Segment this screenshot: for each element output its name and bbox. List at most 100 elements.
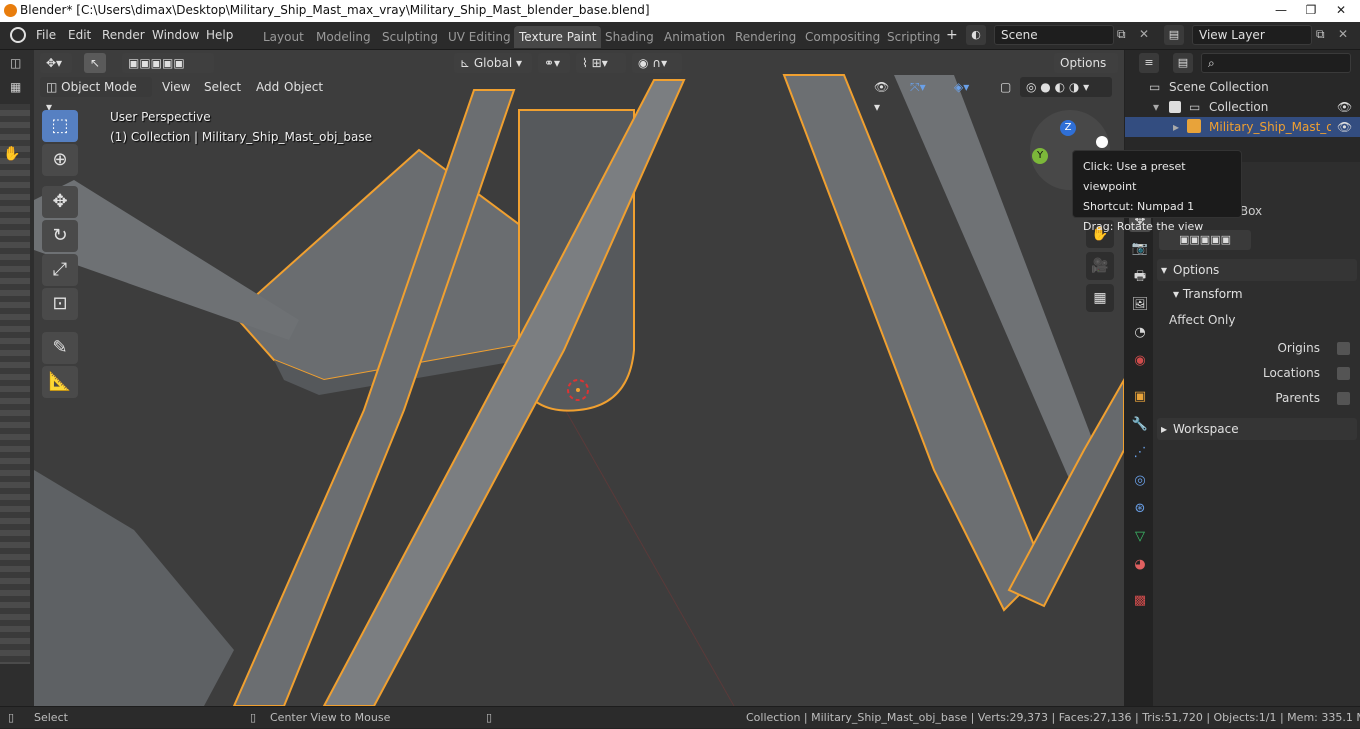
measure-tool[interactable]: 📐 — [42, 366, 78, 398]
select-tool-icon[interactable]: ↖ — [84, 53, 106, 73]
menu-file[interactable]: File — [36, 28, 56, 42]
cursor-tool[interactable]: ⊕ — [42, 144, 78, 176]
options-panel-header[interactable]: ▾ Options — [1157, 259, 1357, 281]
parents-row[interactable]: Parents — [1153, 388, 1358, 408]
menu-help[interactable]: Help — [206, 28, 233, 42]
copy-scene-icon[interactable]: ⧉ — [1117, 27, 1126, 42]
outliner-editor-icon[interactable]: ≡ — [1139, 53, 1159, 73]
particles-tab-icon[interactable]: ⋰ — [1129, 442, 1151, 464]
modifier-tab-icon[interactable]: 🔧 — [1129, 414, 1151, 436]
menu-edit[interactable]: Edit — [68, 28, 91, 42]
tab-animation[interactable]: Animation — [659, 26, 730, 48]
delete-view-layer-icon[interactable]: ✕ — [1338, 27, 1348, 41]
outliner-row-collection[interactable]: ▾ ▭ Collection 👁 — [1125, 97, 1360, 117]
parents-checkbox[interactable] — [1337, 392, 1350, 405]
delete-scene-icon[interactable]: ✕ — [1139, 27, 1149, 41]
gizmo-y-axis[interactable]: Y — [1032, 148, 1048, 164]
close-button[interactable]: ✕ — [1326, 0, 1356, 20]
render-tab-icon[interactable]: 📷 — [1129, 238, 1151, 260]
menu-render[interactable]: Render — [102, 28, 145, 42]
maximize-button[interactable]: ❐ — [1296, 0, 1326, 20]
texture-tab-icon[interactable]: ▩ — [1129, 590, 1151, 612]
display-mode-icon[interactable]: ▤ — [1173, 53, 1193, 73]
xray-toggle[interactable]: ▢ — [994, 77, 1014, 97]
tab-compositing[interactable]: Compositing — [800, 26, 885, 48]
gizmo-toggle[interactable]: ⤧▾ — [904, 77, 942, 97]
transform-tool[interactable]: ⊡ — [42, 288, 78, 320]
menu-window[interactable]: Window — [152, 28, 199, 42]
snap-dropdown[interactable]: ⌇ ⊞▾ — [576, 53, 626, 73]
origins-label: Origins — [1277, 341, 1320, 355]
workspace-panel-header[interactable]: ▸ Workspace — [1157, 418, 1357, 440]
view-layer-icon[interactable]: ▤ — [1164, 25, 1184, 45]
options-dropdown[interactable]: Options ▾ — [1054, 53, 1118, 90]
transform-subpanel-header[interactable]: ▾ Transform — [1173, 284, 1243, 304]
outliner-search-input[interactable]: ⌕ — [1201, 53, 1351, 73]
shading-mode-buttons[interactable]: ◎ ● ◐ ◑ ▾ — [1020, 77, 1112, 97]
select-box-tool[interactable]: ⬚ — [42, 110, 78, 142]
pivot-point-dropdown[interactable]: ⚭▾ — [538, 53, 570, 73]
outliner-row-scene-collection[interactable]: ▭ Scene Collection — [1125, 77, 1360, 97]
scene-collection-label: Scene Collection — [1169, 80, 1269, 94]
overlay-toggle[interactable]: ◈▾ — [948, 77, 986, 97]
rotate-tool[interactable]: ↻ — [42, 220, 78, 252]
scale-tool[interactable]: ⤢ — [42, 254, 78, 286]
editor-type-button[interactable]: ✥▾ — [40, 53, 72, 73]
gizmo-z-axis[interactable]: Z — [1060, 120, 1076, 136]
3d-viewport[interactable]: ✥▾ ↖ ▣▣▣▣▣ ⊾ Global ▾ ⚭▾ ⌇ ⊞▾ ◉ ∩▾ Optio… — [34, 50, 1124, 706]
locations-row[interactable]: Locations — [1153, 363, 1358, 383]
tab-uv-editing[interactable]: UV Editing — [443, 26, 516, 48]
proportional-edit-dropdown[interactable]: ◉ ∩▾ — [632, 53, 682, 73]
tab-layout[interactable]: Layout — [258, 26, 309, 48]
tab-texture-paint[interactable]: Texture Paint — [514, 26, 602, 48]
locations-checkbox[interactable] — [1337, 367, 1350, 380]
object-tab-icon[interactable]: ▣ — [1129, 386, 1151, 408]
tab-sculpting[interactable]: Sculpting — [377, 26, 443, 48]
tab-rendering[interactable]: Rendering — [730, 26, 801, 48]
menu-object[interactable]: Object — [278, 77, 329, 97]
view-layer-tab-icon[interactable]: 🖼 — [1129, 294, 1151, 316]
editor-type-icon[interactable]: ◫ — [10, 56, 21, 70]
mesh-object-icon — [1187, 119, 1201, 133]
origins-row[interactable]: Origins — [1153, 338, 1358, 358]
constraints-tab-icon[interactable]: ⊛ — [1129, 498, 1151, 520]
world-tab-icon[interactable]: ◉ — [1129, 350, 1151, 372]
blender-menu-icon[interactable] — [10, 27, 26, 43]
status-center-view: Center View to Mouse — [270, 711, 391, 724]
collection-checkbox[interactable] — [1169, 101, 1181, 113]
move-tool[interactable]: ✥ — [42, 186, 78, 218]
mode-dropdown[interactable]: ◫ Object Mode ▾ — [40, 77, 152, 114]
menu-select[interactable]: Select — [198, 77, 247, 97]
copy-view-layer-icon[interactable]: ⧉ — [1316, 27, 1325, 42]
mode-value: Object Mode — [61, 80, 137, 94]
selection-mode-buttons[interactable]: ▣▣▣▣▣ — [122, 53, 214, 73]
annotate-tool[interactable]: ✎ — [42, 332, 78, 364]
expand-object-icon[interactable]: ▸ — [1173, 117, 1179, 137]
add-workspace-button[interactable]: + — [946, 27, 958, 43]
expand-collection-icon[interactable]: ▾ — [1153, 97, 1159, 117]
menu-view[interactable]: View — [156, 77, 196, 97]
pan-hand-icon[interactable]: ✋ — [3, 146, 20, 162]
gizmo-x-axis[interactable] — [1096, 136, 1108, 148]
physics-tab-icon[interactable]: ◎ — [1129, 470, 1151, 492]
scene-tab-icon[interactable]: ◔ — [1129, 322, 1151, 344]
object-visibility-icon[interactable]: 👁 — [1337, 117, 1352, 137]
ortho-grid-icon[interactable]: ▦ — [1086, 284, 1114, 312]
checker-icon[interactable]: ▦ — [10, 80, 21, 94]
scene-name-field[interactable]: Scene — [994, 25, 1114, 45]
material-tab-icon[interactable]: ◕ — [1129, 554, 1151, 576]
tab-shading[interactable]: Shading — [600, 26, 659, 48]
minimize-button[interactable]: — — [1266, 0, 1296, 20]
visibility-dropdown[interactable]: 👁▾ — [868, 77, 898, 114]
camera-view-icon[interactable]: 🎥 — [1086, 252, 1114, 280]
tab-scripting[interactable]: Scripting — [882, 26, 945, 48]
collection-visibility-icon[interactable]: 👁 — [1337, 97, 1352, 117]
view-layer-field[interactable]: View Layer — [1192, 25, 1312, 45]
tab-modeling[interactable]: Modeling — [311, 26, 376, 48]
transform-orientation-dropdown[interactable]: ⊾ Global ▾ — [454, 53, 532, 73]
output-tab-icon[interactable]: 🖶 — [1129, 266, 1151, 288]
scene-icon[interactable]: ◐ — [966, 25, 986, 45]
origins-checkbox[interactable] — [1337, 342, 1350, 355]
outliner-row-object[interactable]: ▸ Military_Ship_Mast_obj_b 👁 — [1125, 117, 1360, 137]
data-tab-icon[interactable]: ▽ — [1129, 526, 1151, 548]
